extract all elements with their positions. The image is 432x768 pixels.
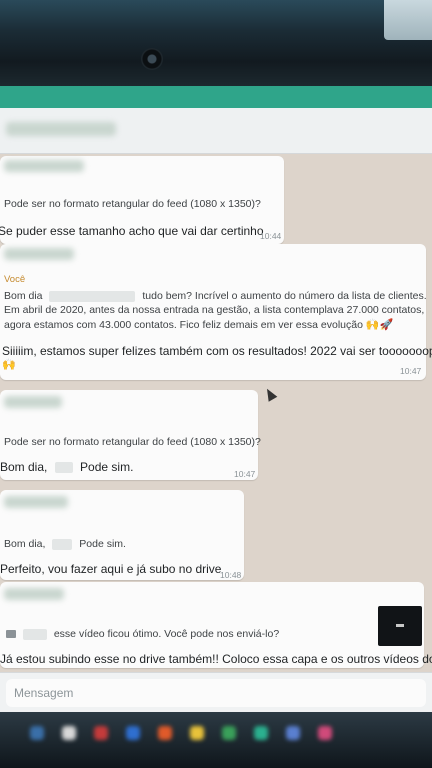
taskbar-app-icon[interactable]	[318, 726, 332, 740]
redacted-name	[52, 538, 73, 550]
chat-header[interactable]	[0, 108, 432, 154]
emoji: 🙌	[2, 359, 16, 371]
quoted-text-line-1: Bom dia tudo bem? Incrível o aumento do …	[4, 290, 427, 302]
message-text: Se puder esse tamanho acho que vai dar c…	[0, 224, 264, 238]
quoted-author-redacted	[4, 248, 74, 260]
webcam	[141, 48, 163, 70]
quoted-text-line-2: Em abril de 2020, antes da nossa entrada…	[4, 304, 425, 316]
message-bubble[interactable]: Bom dia, Pode sim. Perfeito, vou fazer a…	[0, 490, 244, 580]
taskbar-app-icon[interactable]	[62, 726, 76, 740]
message-text-part: Siiiiim, estamos super felizes também co…	[2, 344, 432, 358]
message-bubble[interactable]: Pode ser no formato retangular do feed (…	[0, 156, 284, 244]
taskbar-app-icon[interactable]	[30, 726, 44, 740]
video-thumbnail[interactable]	[378, 606, 422, 646]
message-bubble[interactable]: esse vídeo ficou ótimo. Você pode nos en…	[0, 582, 432, 668]
message-text: Siiiiim, estamos super felizes também co…	[2, 344, 432, 358]
emoji: 🙌🚀	[365, 319, 394, 331]
message-time: 10:47	[234, 469, 256, 479]
quoted-text-part: tudo bem? Incrível o aumento do número d…	[142, 290, 427, 302]
chat-area: Pode ser no formato retangular do feed (…	[0, 154, 432, 724]
redacted-name	[54, 462, 73, 474]
quoted-text-part: Bom dia	[4, 290, 43, 302]
message-text: Já estou subindo esse no drive também!! …	[0, 652, 432, 666]
message-time: 10:47	[400, 366, 422, 376]
quoted-text-part: agora estamos com 43.000 contatos. Fico …	[4, 319, 363, 331]
app-header-bar	[0, 86, 432, 108]
message-bubble[interactable]: Você Bom dia tudo bem? Incrível o aument…	[0, 244, 432, 380]
monitor-bezel	[0, 0, 432, 88]
whatsapp-window: Pode ser no formato retangular do feed (…	[0, 86, 432, 724]
quoted-text-part: esse vídeo ficou ótimo. Você pode nos en…	[53, 628, 280, 640]
quoted-text-part: Bom dia,	[4, 538, 46, 550]
taskbar-app-icon[interactable]	[190, 726, 204, 740]
message-input[interactable]	[6, 679, 426, 707]
quoted-text: Bom dia, Pode sim.	[4, 538, 126, 550]
quoted-text: Pode ser no formato retangular do feed (…	[4, 436, 261, 448]
quoted-text-line-3: agora estamos com 43.000 contatos. Fico …	[4, 318, 393, 331]
taskbar-app-icon[interactable]	[94, 726, 108, 740]
quoted-text-part: Pode sim.	[79, 538, 126, 550]
taskbar-app-icon[interactable]	[222, 726, 236, 740]
taskbar	[0, 712, 432, 768]
redacted-name	[22, 628, 47, 640]
quoted-sender: Você	[4, 274, 26, 285]
taskbar-app-icon[interactable]	[158, 726, 172, 740]
redacted-name	[49, 290, 136, 302]
message-time: 10:44	[260, 231, 282, 241]
quoted-text: esse vídeo ficou ótimo. Você pode nos en…	[6, 628, 279, 640]
message-text: Perfeito, vou fazer aqui e já subo no dr…	[0, 562, 222, 576]
quoted-author-redacted	[4, 496, 68, 508]
message-bubble[interactable]: Pode ser no formato retangular do feed (…	[0, 390, 261, 480]
taskbar-app-icon[interactable]	[254, 726, 268, 740]
quoted-author-redacted	[4, 396, 62, 408]
message-text-part: Pode sim.	[80, 460, 134, 474]
quoted-text: Pode ser no formato retangular do feed (…	[4, 198, 261, 210]
message-composer	[0, 672, 432, 712]
taskbar-app-icon[interactable]	[286, 726, 300, 740]
quoted-author-redacted	[4, 588, 64, 600]
message-text-part: Bom dia,	[0, 460, 48, 474]
taskbar-app-icon[interactable]	[126, 726, 140, 740]
contact-name-redacted	[6, 122, 116, 136]
message-time: 10:48	[220, 570, 242, 580]
message-text: Bom dia, Pode sim.	[0, 460, 133, 474]
quoted-author-redacted	[4, 160, 84, 172]
camera-icon	[6, 630, 16, 639]
